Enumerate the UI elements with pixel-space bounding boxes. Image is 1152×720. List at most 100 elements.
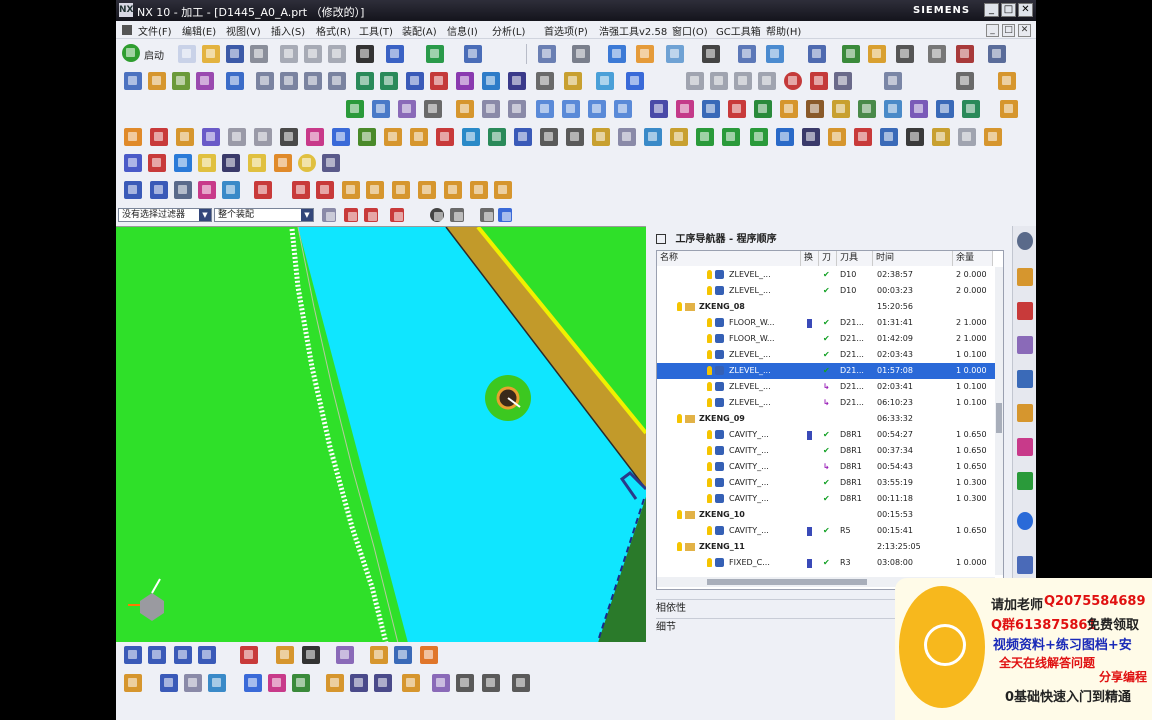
general-select-icon[interactable] (344, 208, 358, 222)
arc-icon[interactable] (710, 72, 728, 90)
ipw-icon[interactable] (780, 100, 798, 118)
slot-icon[interactable] (436, 128, 454, 146)
move-icon[interactable] (342, 181, 360, 199)
table-icon[interactable] (936, 100, 954, 118)
shell-icon[interactable] (644, 128, 662, 146)
simulate-icon[interactable] (456, 72, 474, 90)
arrow-down-icon[interactable] (316, 181, 334, 199)
command-finder-icon[interactable] (464, 45, 482, 63)
generate-path-icon[interactable] (356, 72, 374, 90)
operation-navigator[interactable]: 名称 换 刀 刀具 时间 余量 ZLEVEL_... ✔ D10 02:38:57 2 … (656, 250, 1004, 590)
list-icon[interactable] (858, 100, 876, 118)
mdi-close-button[interactable]: ✕ (1018, 24, 1031, 37)
mesh-icon[interactable] (958, 128, 976, 146)
delete-face-icon[interactable] (802, 128, 820, 146)
operation-row[interactable]: CAVITY_... ✔ R5 00:15:41 1 0.650 (657, 523, 1002, 539)
pmi-icon[interactable] (148, 154, 166, 172)
align-icon[interactable] (366, 181, 384, 199)
nx-logo-icon[interactable]: NX (119, 3, 133, 17)
menu-window[interactable]: 窗口(O) (672, 23, 708, 38)
verify-path-icon[interactable] (430, 72, 448, 90)
holder-icon[interactable] (702, 100, 720, 118)
mdi-minimize-button[interactable]: _ (986, 24, 999, 37)
delete-icon[interactable] (356, 45, 374, 63)
window-icon[interactable] (222, 154, 240, 172)
program-group-row[interactable]: ZKENG_09 06:33:32 (657, 411, 1002, 427)
menu-analysis[interactable]: 分析(L) (492, 23, 525, 38)
select-icon[interactable] (766, 45, 784, 63)
selection-filter-dropdown[interactable]: 没有选择过滤器 ▼ (118, 208, 212, 222)
operation-row[interactable]: CAVITY_... ↳ D8R1 00:54:43 1 0.650 (657, 459, 1002, 475)
note3-icon[interactable] (248, 154, 266, 172)
paste-icon[interactable] (328, 45, 346, 63)
cube-icon[interactable] (332, 128, 350, 146)
menu-preferences[interactable]: 首选项(P) (544, 23, 588, 38)
sketch-icon[interactable] (124, 674, 142, 692)
equation-icon[interactable] (322, 154, 340, 172)
assembly-icon[interactable] (124, 181, 142, 199)
sequence-icon[interactable] (494, 181, 512, 199)
roles-icon[interactable] (1017, 556, 1033, 574)
copy2-icon[interactable] (350, 674, 368, 692)
measure-icon[interactable] (842, 45, 860, 63)
chevron-down-icon[interactable]: ▼ (199, 209, 211, 221)
invert-icon[interactable] (174, 646, 192, 664)
extend-icon[interactable] (292, 674, 310, 692)
mirror-icon[interactable] (374, 674, 392, 692)
sphere-icon[interactable] (306, 128, 324, 146)
plane-icon[interactable] (254, 128, 272, 146)
groove-icon[interactable] (462, 128, 480, 146)
plus-icon[interactable] (302, 646, 320, 664)
circle-icon[interactable] (784, 72, 802, 90)
unlink-icon[interactable] (222, 181, 240, 199)
operation-row[interactable]: ZLEVEL_... ↳ D21... 02:03:41 1 0.100 (657, 379, 1002, 395)
axis-icon[interactable] (280, 128, 298, 146)
show-all-icon[interactable] (124, 646, 142, 664)
program-group-row[interactable]: ZKENG_08 15:20:56 (657, 299, 1002, 315)
view2-icon[interactable] (184, 674, 202, 692)
wizard-icon[interactable] (1000, 100, 1018, 118)
color-icon[interactable] (240, 646, 258, 664)
copy-op-icon[interactable] (482, 100, 500, 118)
operation-row[interactable]: FLOOR_W... ✔ D21... 01:31:41 2 1.000 (657, 315, 1002, 331)
text-icon[interactable] (906, 128, 924, 146)
machine-navigator-icon[interactable] (1017, 404, 1033, 422)
cutter-icon[interactable] (676, 100, 694, 118)
part-navigator-icon[interactable] (1017, 268, 1033, 286)
constraint-icon[interactable] (254, 181, 272, 199)
trim-icon[interactable] (566, 128, 584, 146)
replace-face-icon[interactable] (776, 128, 794, 146)
menu-gc-toolkit[interactable]: GC工具箱 (716, 23, 761, 38)
distance-icon[interactable] (418, 181, 436, 199)
snap-icon[interactable] (738, 45, 756, 63)
group-icon[interactable] (588, 100, 606, 118)
col-toolchange[interactable]: 换 (801, 251, 819, 266)
operation-row[interactable]: CAVITY_... ✔ D8R1 00:37:34 1 0.650 (657, 443, 1002, 459)
boss-icon[interactable] (410, 128, 428, 146)
menu-app-icon[interactable] (122, 25, 132, 35)
bulb-icon[interactable] (432, 674, 450, 692)
menu-insert[interactable]: 插入(S) (271, 23, 305, 38)
rectangle-icon[interactable] (722, 128, 740, 146)
list-path-icon[interactable] (406, 72, 424, 90)
copy-icon[interactable] (304, 45, 322, 63)
maximize-button[interactable]: □ (1001, 3, 1016, 17)
arrow-up-icon[interactable] (292, 181, 310, 199)
folder-icon[interactable] (198, 154, 216, 172)
emboss-icon[interactable] (932, 128, 950, 146)
save-icon[interactable] (226, 45, 244, 63)
table2-icon[interactable] (482, 674, 500, 692)
cylinder-icon[interactable] (358, 128, 376, 146)
chevron-down-icon[interactable]: ▼ (301, 209, 313, 221)
material-icon[interactable] (636, 45, 654, 63)
close-button[interactable]: ✕ (1018, 3, 1033, 17)
mdi-restore-button[interactable]: □ (1002, 24, 1015, 37)
col-stock[interactable]: 余量 (953, 251, 993, 266)
note2-icon[interactable] (832, 100, 850, 118)
history-icon[interactable] (1017, 472, 1033, 490)
hatch-icon[interactable] (734, 72, 752, 90)
reuse-library-icon[interactable] (1017, 438, 1033, 456)
panda-icon[interactable] (806, 100, 824, 118)
grid-icon[interactable] (928, 45, 946, 63)
body-icon[interactable] (402, 674, 420, 692)
